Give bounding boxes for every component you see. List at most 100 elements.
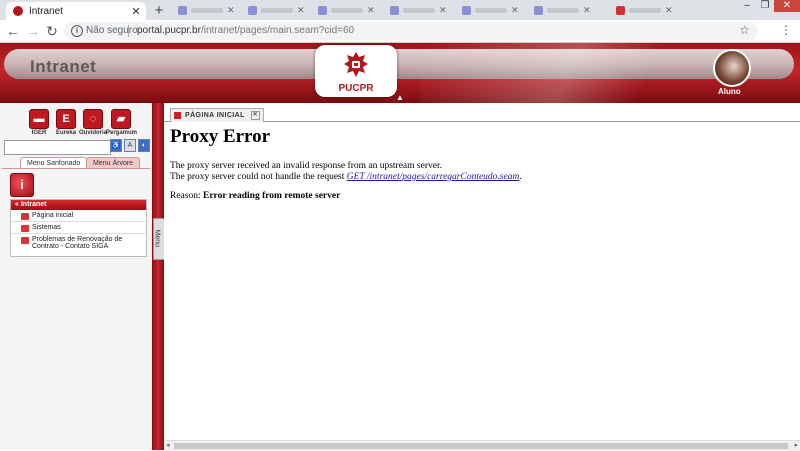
tab-title-placeholder (629, 7, 661, 13)
shortcut-pergamum[interactable]: ▰ Pergamum (106, 109, 138, 136)
error-line-2-text: The proxy server could not handle the re… (170, 172, 347, 182)
sidebar-item-pagina-inicial[interactable]: Página inicial (11, 210, 146, 222)
tab-title-placeholder (191, 7, 223, 13)
browser-menu-icon[interactable]: ⋮ (780, 23, 792, 37)
tab-divider (2, 168, 150, 169)
home-icon[interactable]: i (10, 173, 34, 197)
url-text[interactable]: portal.pucpr.br/intranet/pages/main.seam… (137, 25, 354, 36)
accessibility-icons: ♿ A ◐ (110, 139, 150, 152)
minimize-button[interactable]: – (738, 0, 756, 12)
main-content: PÁGINA INICIAL ✕ Proxy Error The proxy s… (164, 103, 800, 451)
sidebar-rail (152, 103, 164, 450)
tab-close-icon[interactable]: ✕ (511, 5, 519, 16)
tab-favicon-icon (534, 5, 543, 15)
request-link[interactable]: GET /intranet/pages/carregarConteudo.sea… (347, 172, 520, 182)
scrollbar-thumb[interactable] (174, 443, 788, 449)
address-separator (128, 25, 129, 37)
error-line-2: The proxy server could not handle the re… (170, 172, 522, 183)
background-tab[interactable]: ✕ (462, 4, 519, 16)
site-header: Intranet PUCPR Aluno ▲ (0, 43, 800, 103)
tab-label: PÁGINA INICIAL (185, 112, 245, 119)
tab-favicon-icon (248, 5, 257, 15)
shortcut-label: Pergamum (106, 130, 138, 136)
page-title: Proxy Error (170, 126, 271, 147)
crest-icon (344, 52, 368, 77)
tab-favicon-icon (178, 5, 187, 15)
shortcut-eureka[interactable]: E Eureka (51, 109, 81, 136)
tab-title-placeholder (261, 7, 293, 13)
tab-close-icon[interactable]: ✕ (583, 5, 591, 16)
tab-pagina-inicial[interactable]: PÁGINA INICIAL ✕ (170, 108, 264, 123)
tab-close-icon[interactable]: ✕ (297, 5, 305, 16)
site-title: Intranet (30, 57, 97, 76)
tab-favicon-icon (318, 5, 327, 15)
logo-text: PUCPR (338, 83, 374, 94)
scroll-left-icon[interactable]: ◂ (166, 441, 170, 449)
tab-close-icon[interactable]: ✕ (665, 5, 673, 16)
favicon-icon (13, 6, 23, 16)
wheelchair-icon[interactable]: ♿ (110, 139, 122, 152)
url-host: portal.pucpr.br (137, 25, 201, 36)
tab-close-icon[interactable]: ✕ (367, 5, 375, 16)
shortcut-iger[interactable]: ▬ IGER (24, 109, 54, 136)
background-tab[interactable]: ✕ (248, 4, 305, 16)
sidebar-item-label: Página inicial (32, 212, 74, 219)
window-close-button[interactable]: ✕ (774, 0, 800, 12)
tab-favicon-icon (462, 5, 471, 15)
menu-item-icon (21, 213, 29, 220)
background-tab[interactable]: ✕ (318, 4, 375, 16)
avatar[interactable] (713, 49, 751, 87)
tab-close-icon[interactable]: ✕ (129, 5, 143, 18)
info-icon[interactable]: i (71, 25, 83, 37)
font-icon[interactable]: A (124, 139, 136, 152)
maximize-button[interactable]: ❐ (756, 0, 774, 12)
ear-icon[interactable]: ◐ (138, 139, 150, 152)
user-role-label: Aluno (718, 87, 741, 96)
new-tab-button[interactable]: + (151, 3, 167, 19)
shortcut-label: IGER (31, 130, 47, 136)
accordion-header[interactable]: « Intranet (11, 200, 146, 210)
horizontal-scrollbar[interactable]: ◂ ▸ (164, 440, 800, 451)
background-tab[interactable]: ✕ (390, 4, 447, 16)
background-tab[interactable]: ✕ (178, 4, 235, 16)
background-tab[interactable]: ✕ (616, 4, 673, 16)
error-reason: Reason: Error reading from remote server (170, 191, 340, 202)
error-line-2-suffix: . (519, 172, 522, 182)
collapse-header-icon[interactable]: ▲ (396, 93, 404, 102)
address-bar[interactable]: i Não seguro portal.pucpr.br/intranet/pa… (64, 22, 758, 40)
sidebar-search-input[interactable] (4, 140, 111, 155)
tab-title: Intranet (29, 5, 63, 17)
tab-title-placeholder (403, 7, 435, 13)
close-tab-icon[interactable]: ✕ (250, 111, 260, 120)
tab-favicon-icon (616, 5, 625, 15)
menu-toggle-label: Menu (153, 229, 161, 248)
reload-icon[interactable]: ↻ (45, 23, 59, 39)
menu-item-icon (21, 225, 29, 232)
accordion-title: Intranet (20, 201, 47, 208)
reason-label: Reason: (170, 191, 203, 201)
e-icon: E (56, 109, 76, 129)
sidebar-item-problemas-renovacao[interactable]: Problemas de Renovação de Contrato - Con… (11, 234, 146, 251)
tab-title-placeholder (475, 7, 507, 13)
forward-arrow-icon[interactable]: → (26, 23, 40, 39)
reason-text: Error reading from remote server (202, 191, 341, 201)
shortcut-label: Eureka (55, 130, 76, 136)
accordion-panel: « Intranet Página inicial Sistemas Probl… (10, 199, 147, 257)
bookmark-star-icon[interactable]: ☆ (739, 23, 750, 37)
browser-tab-active[interactable]: Intranet ✕ (6, 2, 146, 20)
content-tab-bar: PÁGINA INICIAL ✕ (164, 108, 800, 123)
scroll-right-icon[interactable]: ▸ (794, 441, 798, 449)
home-tab-icon (174, 112, 181, 119)
security-status[interactable]: Não seguro (86, 25, 138, 36)
shortcut-ouvidoria[interactable]: ◌ Ouvidoria (78, 109, 108, 136)
sidebar-item-sistemas[interactable]: Sistemas (11, 222, 146, 234)
browser-toolbar: ← → ↻ i Não seguro portal.pucpr.br/intra… (0, 20, 800, 43)
tab-close-icon[interactable]: ✕ (227, 5, 235, 16)
menu-item-icon (21, 237, 29, 244)
books-icon: ▰ (111, 109, 131, 129)
error-line-1: The proxy server received an invalid res… (170, 161, 442, 171)
tab-close-icon[interactable]: ✕ (439, 5, 447, 16)
pucpr-logo[interactable]: PUCPR (315, 45, 397, 97)
back-arrow-icon[interactable]: ← (6, 23, 20, 39)
background-tab[interactable]: ✕ (534, 4, 591, 16)
